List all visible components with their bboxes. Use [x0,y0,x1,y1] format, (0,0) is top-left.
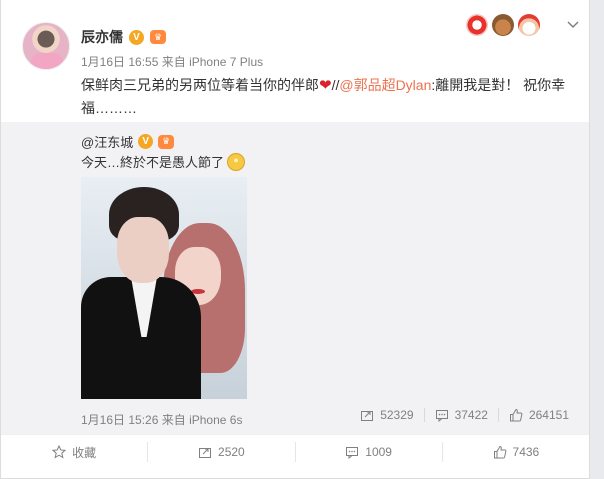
reindeer-icon [492,14,514,36]
repost-time[interactable]: 1月16日 15:26 [81,413,158,427]
avatar[interactable] [22,22,70,70]
weibo-eye-icon [466,14,488,36]
comment-icon [435,408,449,423]
chevron-down-icon[interactable] [566,18,580,32]
post-text: 保鲜肉三兄弟的另两位等着当你的伴郎❤//@郭品超Dylan:離開我是對！ 祝你幸… [81,74,571,120]
verified-icon: V [138,134,154,149]
action-bar: 收藏 2520 1009 7436 [1,434,589,469]
repost-button[interactable]: 2520 [147,442,294,462]
like-count: 264151 [528,408,569,422]
author-name[interactable]: 辰亦儒 [81,27,123,47]
verified-icon: V [129,29,144,45]
repost-icon [198,445,212,459]
festive-icons[interactable] [466,10,556,40]
repost-stat-comment[interactable]: 37422 [423,408,498,423]
post-text-body: 保鲜肉三兄弟的另两位等着当你的伴郎 [81,77,319,93]
favorite-label: 收藏 [72,445,97,460]
photo-man-face [117,217,169,283]
repost-stat-repost[interactable]: 52329 [350,408,423,422]
repost-text: 今天…終於不是愚人節了 [81,155,225,170]
repost-text-row: 今天…終於不是愚人節了 [81,152,246,171]
comment-count: 1009 [365,445,392,459]
like-icon [493,445,507,459]
repost-author-name[interactable]: @汪东城 [81,132,133,151]
repost-meta: 1月16日 15:26 来自 iPhone 6s [81,411,242,428]
post-photo[interactable] [81,177,247,399]
member-crown-icon[interactable]: ♛ [150,30,166,44]
weibo-card: 辰亦儒 V ♛ 1月16日 16:55 来自 iPhone 7 Plus 保鲜肉… [0,0,590,479]
like-icon [509,408,523,422]
repost-source: 来自 iPhone 6s [161,413,243,427]
repost-stats: 52329 37422 264151 [350,408,579,423]
post-time[interactable]: 1月16日 16:55 [81,55,158,69]
santa-icon [518,14,540,36]
like-button[interactable]: 7436 [441,442,589,462]
avatar-shirt [31,53,63,69]
member-crown-icon[interactable]: ♛ [158,134,175,149]
star-icon [51,444,67,459]
heart-icon: ❤ [319,77,332,94]
favorite-button[interactable]: 收藏 [1,442,147,462]
mention-link[interactable]: @郭品超Dylan [339,77,431,93]
repost-stat-like[interactable]: 264151 [497,408,579,422]
repost-count: 2520 [218,445,245,459]
like-count: 7436 [512,445,540,459]
repost-icon [360,408,374,422]
blushing-emoji-icon [227,152,246,171]
comment-button[interactable]: 1009 [294,442,442,462]
post-source: 来自 iPhone 7 Plus [161,55,264,69]
reposted-content: @汪东城 V ♛ 今天…終於不是愚人節了 1月16日 15:26 来自 iPho… [1,122,589,434]
post-meta: 1月16日 16:55 来自 iPhone 7 Plus [81,53,263,70]
comment-count: 37422 [454,408,488,422]
repost-count: 52329 [380,408,414,422]
author-row: 辰亦儒 V ♛ [81,27,166,47]
repost-author-row: @汪东城 V ♛ [81,132,175,151]
comment-icon [345,445,359,460]
